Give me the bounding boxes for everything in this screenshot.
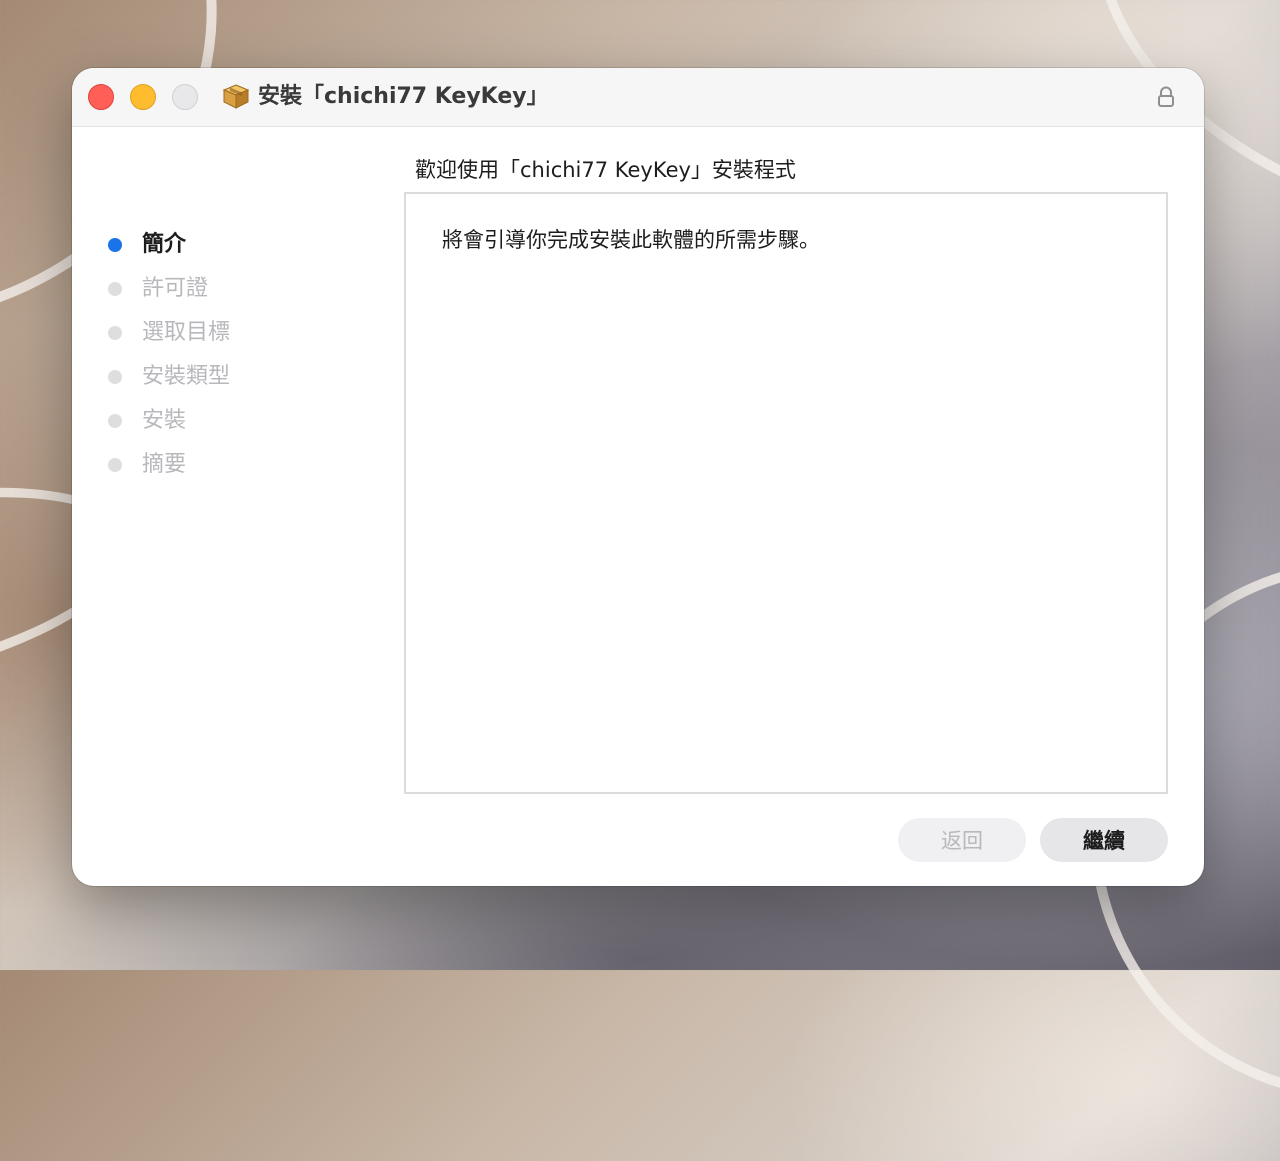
step-summary: 摘要 <box>106 450 306 480</box>
step-label: 選取目標 <box>142 320 231 345</box>
step-label: 摘要 <box>142 452 187 477</box>
content-panel: 將會引導你完成安裝此軟體的所需步驟。 <box>404 192 1168 794</box>
step-dot <box>108 458 122 472</box>
step-label: 許可證 <box>142 276 209 301</box>
package-icon <box>222 84 250 109</box>
welcome-heading: 歡迎使用「chichi77 KeyKey」安裝程式 <box>415 158 796 182</box>
zoom-button[interactable] <box>172 84 198 110</box>
minimize-button[interactable] <box>130 84 156 110</box>
step-dot <box>108 326 122 340</box>
lock-icon[interactable] <box>1156 86 1176 108</box>
installer-window: 安裝「chichi77 KeyKey」 簡介 許可證 選取目標 安裝類型 安裝 <box>72 68 1204 886</box>
title-bar[interactable]: 安裝「chichi77 KeyKey」 <box>72 68 1204 127</box>
step-install-type: 安裝類型 <box>106 362 306 392</box>
back-button[interactable]: 返回 <box>898 818 1026 862</box>
window-title: 安裝「chichi77 KeyKey」 <box>258 84 549 109</box>
close-button[interactable] <box>88 84 114 110</box>
step-license: 許可證 <box>106 274 306 304</box>
step-label: 安裝 <box>142 408 187 433</box>
step-dot <box>108 414 122 428</box>
step-dot <box>108 238 122 252</box>
continue-button[interactable]: 繼續 <box>1040 818 1168 862</box>
step-install: 安裝 <box>106 406 306 436</box>
step-label: 簡介 <box>142 232 187 257</box>
step-dot <box>108 370 122 384</box>
step-dot <box>108 282 122 296</box>
step-destination: 選取目標 <box>106 318 306 348</box>
intro-text: 將會引導你完成安裝此軟體的所需步驟。 <box>442 228 820 252</box>
step-label: 安裝類型 <box>142 364 231 389</box>
step-intro: 簡介 <box>106 230 306 260</box>
